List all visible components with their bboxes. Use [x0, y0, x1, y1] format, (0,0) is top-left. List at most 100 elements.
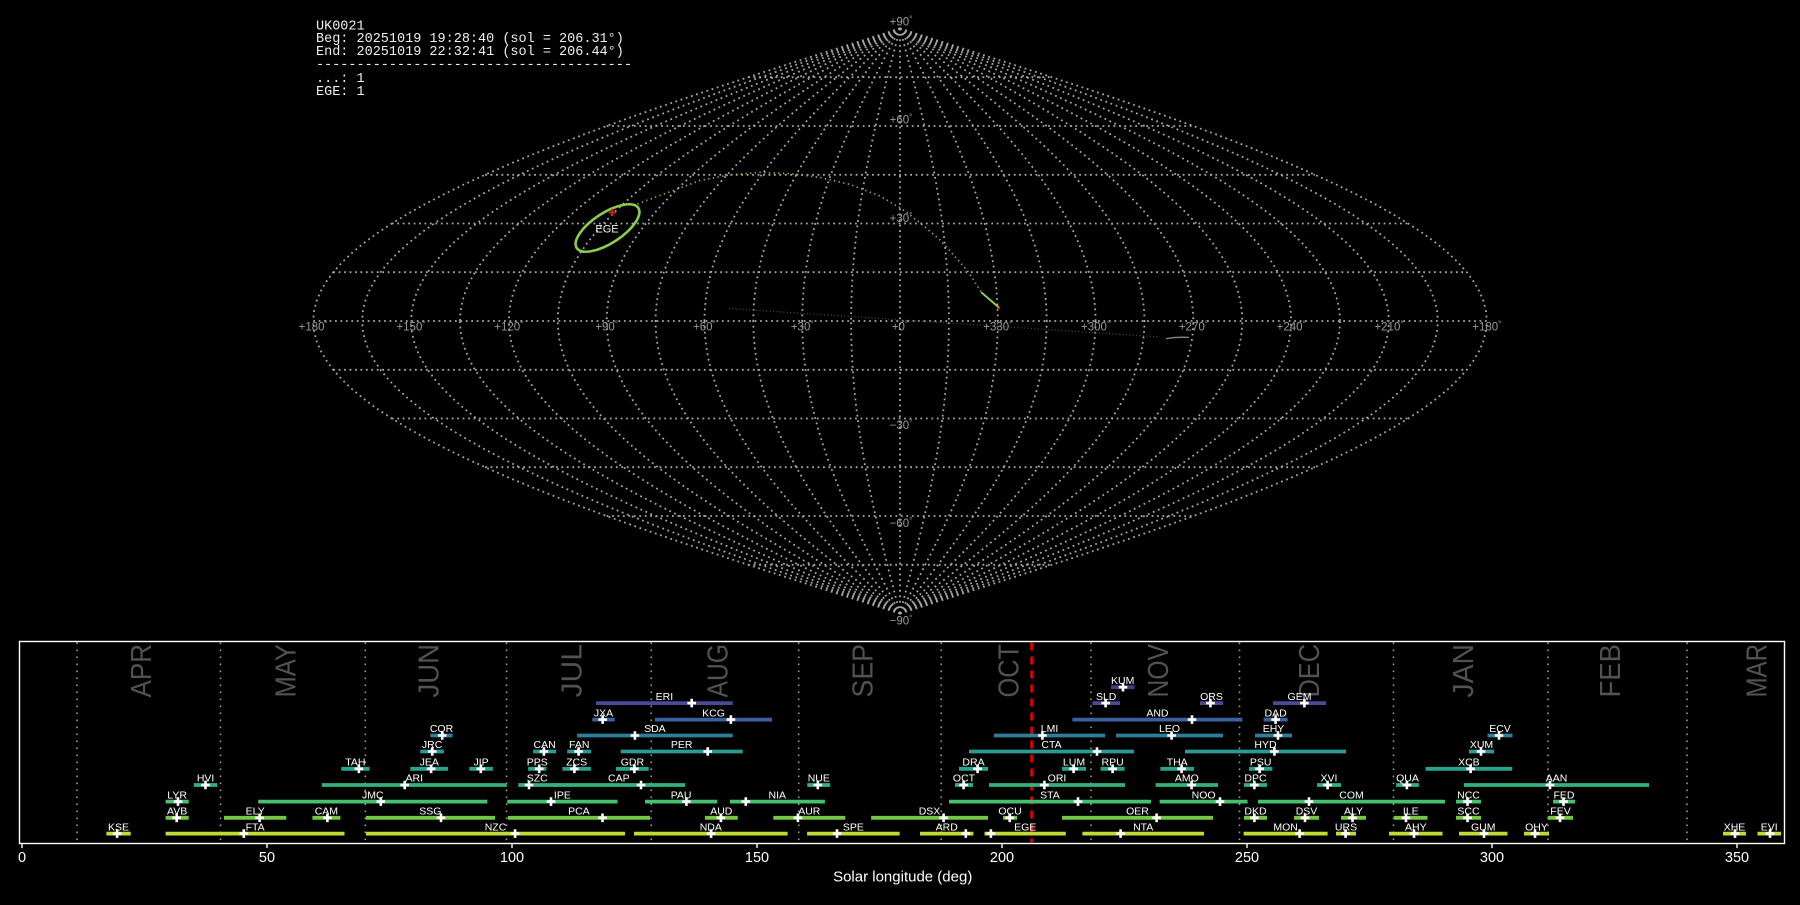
svg-text:JIP: JIP	[474, 757, 489, 769]
svg-text:EGE: EGE	[1014, 821, 1036, 833]
svg-text:FEB: FEB	[1595, 644, 1627, 698]
svg-text:ORS: ORS	[1200, 691, 1223, 703]
svg-text:SEP: SEP	[848, 644, 880, 698]
svg-text:MAR: MAR	[1742, 644, 1774, 698]
svg-text:250: 250	[1235, 850, 1259, 866]
svg-text:LMI: LMI	[1041, 723, 1059, 735]
svg-text:NDA: NDA	[700, 821, 722, 833]
svg-text:OER: OER	[1126, 806, 1149, 818]
svg-text:EGE: EGE	[595, 224, 618, 236]
svg-text:NIA: NIA	[769, 789, 787, 801]
svg-text:PAU: PAU	[671, 789, 692, 801]
svg-text:ARI: ARI	[406, 773, 424, 785]
svg-text:------------------------------: ---------------------------------------	[316, 58, 632, 73]
svg-text:Solar longitude (deg): Solar longitude (deg)	[833, 869, 972, 886]
svg-text:+300°: +300°	[1081, 320, 1110, 334]
svg-text:MAY: MAY	[270, 644, 302, 698]
svg-text:JUL: JUL	[556, 644, 588, 698]
svg-text:ORI: ORI	[1048, 773, 1067, 785]
svg-text:LEO: LEO	[1159, 723, 1180, 735]
svg-text:CAM: CAM	[315, 806, 338, 818]
svg-text:50: 50	[259, 850, 275, 866]
svg-text:KCG: KCG	[702, 707, 725, 719]
svg-text:COM: COM	[1339, 789, 1364, 801]
svg-text:+240°: +240°	[1277, 320, 1306, 334]
svg-text:350: 350	[1725, 850, 1749, 866]
svg-text:XUM: XUM	[1470, 739, 1493, 751]
svg-text:+150°: +150°	[396, 320, 425, 334]
svg-text:OCU: OCU	[998, 806, 1021, 818]
svg-text:ARD: ARD	[936, 821, 959, 833]
svg-text:+270°: +270°	[1179, 320, 1208, 334]
svg-text:−90°: −90°	[890, 614, 913, 628]
svg-text:NZC: NZC	[485, 821, 507, 833]
svg-text:+180°: +180°	[299, 320, 328, 334]
svg-text:0: 0	[18, 850, 26, 866]
svg-text:SDA: SDA	[644, 723, 666, 735]
svg-text:+60°: +60°	[693, 320, 716, 334]
svg-text:AUD: AUD	[710, 806, 733, 818]
svg-text:AUR: AUR	[798, 806, 821, 818]
svg-text:100: 100	[500, 850, 524, 866]
svg-text:+30°: +30°	[890, 211, 913, 225]
svg-text:XCB: XCB	[1458, 757, 1480, 769]
svg-text:URS: URS	[1335, 821, 1357, 833]
svg-text:+330°: +330°	[983, 320, 1012, 334]
svg-text:KUM: KUM	[1111, 675, 1134, 687]
svg-text:SPE: SPE	[843, 821, 864, 833]
svg-text:GDR: GDR	[621, 757, 645, 769]
svg-text:NUE: NUE	[808, 773, 830, 785]
svg-text:NCC: NCC	[1457, 789, 1480, 801]
svg-text:FAN: FAN	[569, 739, 589, 751]
svg-text:+30°: +30°	[791, 320, 814, 334]
svg-text:HYD: HYD	[1254, 739, 1277, 751]
svg-text:OCT: OCT	[953, 773, 976, 785]
svg-text:ALY: ALY	[1344, 806, 1363, 818]
svg-text:DAD: DAD	[1265, 707, 1288, 719]
svg-text:−60°: −60°	[890, 516, 913, 530]
svg-text:RPU: RPU	[1102, 757, 1124, 769]
svg-text:FED: FED	[1554, 789, 1575, 801]
svg-text:HVI: HVI	[197, 773, 215, 785]
svg-text:+60°: +60°	[890, 113, 913, 127]
svg-text:IPE: IPE	[554, 789, 571, 801]
svg-text:THA: THA	[1167, 757, 1188, 769]
svg-text:STA: STA	[1040, 789, 1060, 801]
svg-text:AUG: AUG	[703, 644, 735, 698]
svg-text:JEA: JEA	[420, 757, 439, 769]
svg-text:XHE: XHE	[1724, 821, 1746, 833]
svg-text:DRA: DRA	[962, 757, 984, 769]
svg-text:SZC: SZC	[527, 773, 548, 785]
svg-text:PCA: PCA	[568, 806, 590, 818]
svg-text:AND: AND	[1146, 707, 1169, 719]
svg-text:XVI: XVI	[1321, 773, 1338, 785]
svg-text:+210°: +210°	[1374, 320, 1403, 334]
svg-text:JUN: JUN	[414, 644, 446, 698]
svg-text:ILE: ILE	[1403, 806, 1419, 818]
svg-text:EGE: 1: EGE: 1	[316, 85, 365, 100]
svg-text:ERI: ERI	[656, 691, 674, 703]
svg-text:PER: PER	[671, 739, 693, 751]
svg-text:CTA: CTA	[1041, 739, 1061, 751]
svg-text:TAH: TAH	[345, 757, 365, 769]
svg-text:ECV: ECV	[1489, 723, 1511, 735]
svg-text:AHY: AHY	[1405, 821, 1427, 833]
svg-text:DSV: DSV	[1296, 806, 1318, 818]
svg-text:+180°: +180°	[1472, 320, 1501, 334]
svg-text:200: 200	[990, 850, 1014, 866]
svg-text:NOV: NOV	[1143, 643, 1175, 697]
svg-text:EVI: EVI	[1761, 821, 1778, 833]
svg-text:AVB: AVB	[167, 806, 187, 818]
svg-text:LUM: LUM	[1063, 757, 1085, 769]
svg-text:DKD: DKD	[1244, 806, 1267, 818]
svg-text:ZCS: ZCS	[566, 757, 587, 769]
svg-text:PPS: PPS	[527, 757, 548, 769]
svg-text:DPC: DPC	[1244, 773, 1267, 785]
svg-text:LYR: LYR	[167, 789, 187, 801]
svg-text:GEM: GEM	[1288, 691, 1312, 703]
svg-text:NTA: NTA	[1133, 821, 1153, 833]
svg-text:OHY: OHY	[1525, 821, 1548, 833]
svg-text:+120°: +120°	[494, 320, 523, 334]
svg-text:FEV: FEV	[1550, 806, 1570, 818]
svg-text:KSE: KSE	[108, 821, 129, 833]
